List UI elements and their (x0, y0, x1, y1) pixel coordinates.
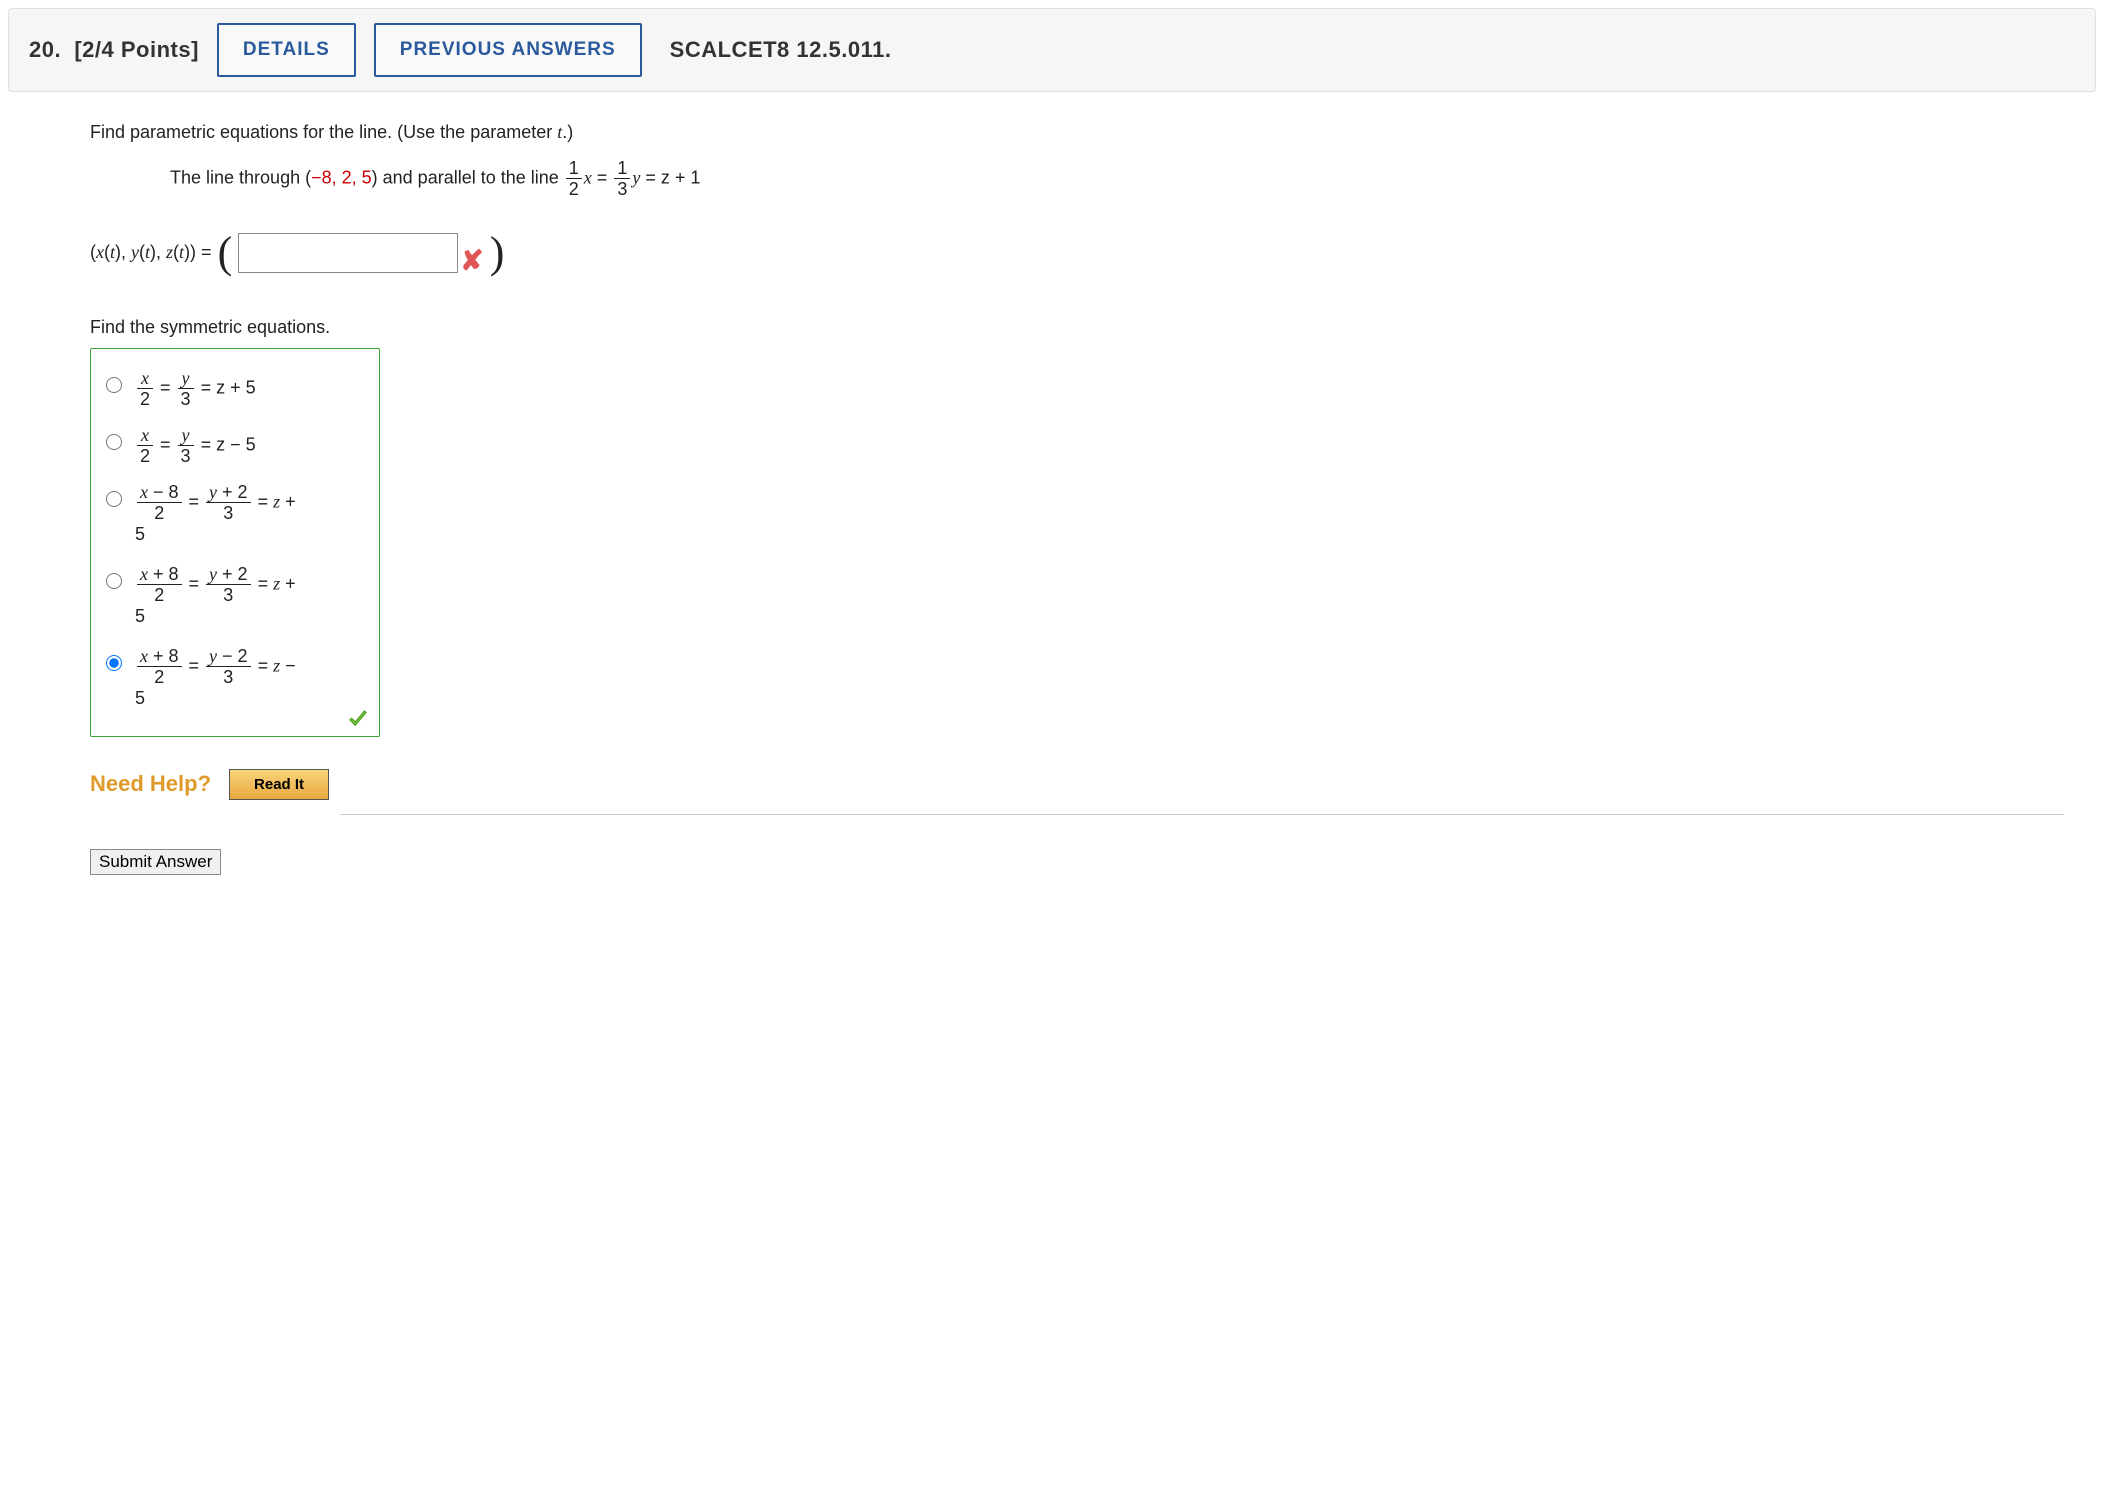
problem-instruction: Find parametric equations for the line. … (90, 122, 2064, 143)
question-number: 20. [2/4 Points] (29, 37, 199, 63)
wrong-icon: ✘ (460, 244, 483, 277)
mc-option-2[interactable]: x2 = y3 = z − 5 (101, 426, 363, 465)
need-help-row: Need Help? Read It (90, 769, 2064, 800)
question-header: 20. [2/4 Points] DETAILS PREVIOUS ANSWER… (8, 8, 2096, 92)
mc-option-4[interactable]: x + 82 = y + 23 = z +5 (101, 565, 363, 629)
close-paren: ) (490, 231, 505, 275)
open-paren: ( (218, 231, 233, 275)
question-content: Find parametric equations for the line. … (90, 122, 2064, 875)
divider (340, 814, 2064, 815)
multiple-choice-box: x2 = y3 = z + 5 x2 = y3 = z − 5 x − 82 =… (90, 348, 380, 737)
symmetric-instruction: Find the symmetric equations. (90, 317, 2064, 338)
details-button[interactable]: DETAILS (217, 23, 356, 77)
radio-option-4[interactable] (106, 573, 122, 589)
option-text: x2 = y3 = z − 5 (135, 426, 256, 465)
radio-option-2[interactable] (106, 434, 122, 450)
option-text: x + 82 = y + 23 = z +5 (135, 565, 296, 629)
mc-option-1[interactable]: x2 = y3 = z + 5 (101, 369, 363, 408)
correct-icon (347, 708, 369, 730)
problem-statement: The line through (−8, 2, 5) and parallel… (170, 159, 2064, 198)
option-text: x2 = y3 = z + 5 (135, 369, 256, 408)
previous-answers-button[interactable]: PREVIOUS ANSWERS (374, 23, 642, 77)
radio-option-5[interactable] (106, 655, 122, 671)
answer-label: (x(t), y(t), z(t)) = (90, 242, 212, 263)
parametric-answer-row: (x(t), y(t), z(t)) = ( ✘ ) (90, 228, 2064, 277)
option-text: x − 82 = y + 23 = z +5 (135, 483, 296, 547)
radio-option-1[interactable] (106, 377, 122, 393)
mc-option-5[interactable]: x + 82 = y − 23 = z −5 (101, 647, 363, 711)
need-help-label: Need Help? (90, 771, 211, 797)
read-it-button[interactable]: Read It (229, 769, 329, 800)
submit-answer-button[interactable]: Submit Answer (90, 849, 221, 875)
parametric-answer-input[interactable] (238, 233, 458, 273)
assignment-reference: SCALCET8 12.5.011. (670, 37, 892, 63)
option-text: x + 82 = y − 23 = z −5 (135, 647, 296, 711)
given-point: −8, 2, 5 (311, 167, 372, 187)
mc-option-3[interactable]: x − 82 = y + 23 = z +5 (101, 483, 363, 547)
radio-option-3[interactable] (106, 491, 122, 507)
